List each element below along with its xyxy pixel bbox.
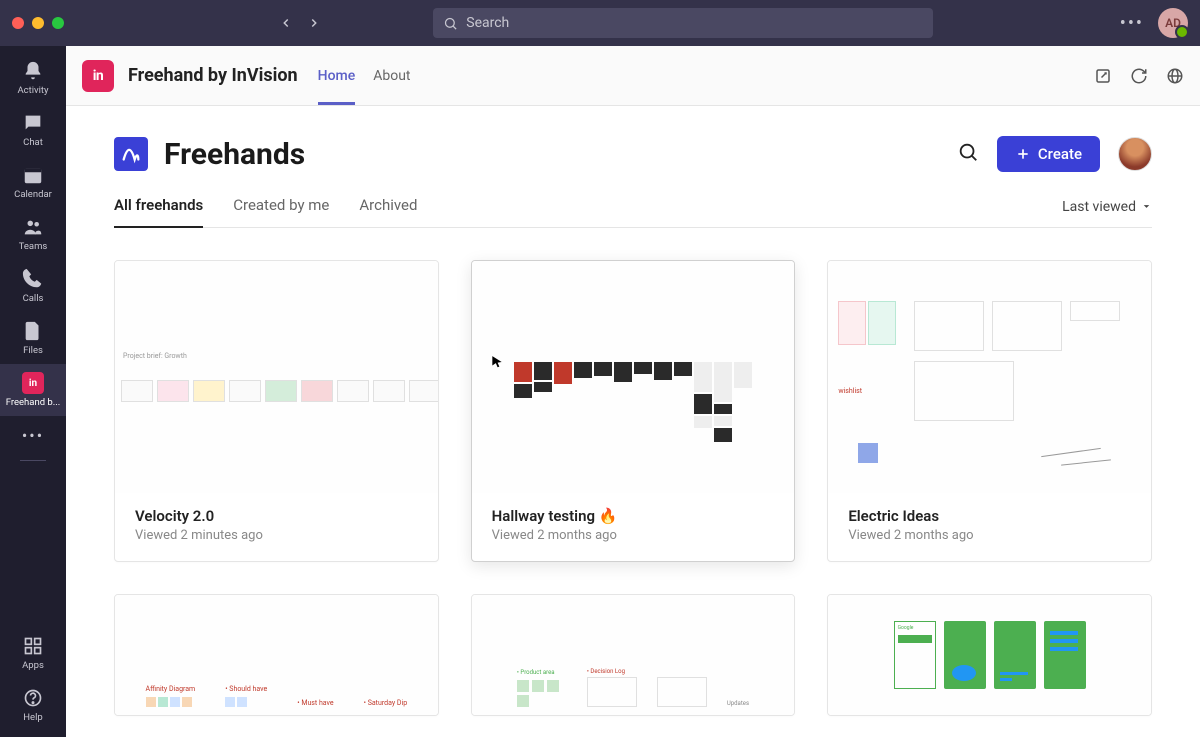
content-area: in Freehand by InVision Home About Freeh… <box>66 46 1200 737</box>
card-title: Electric Ideas <box>848 507 1131 525</box>
rail-calendar[interactable]: Calendar <box>0 156 66 208</box>
freehand-card[interactable]: • Product area • Decision Log <box>471 594 796 716</box>
bell-icon <box>22 60 44 82</box>
search-input[interactable] <box>466 15 923 31</box>
window-controls <box>12 17 64 29</box>
filter-created-by-me[interactable]: Created by me <box>233 196 329 228</box>
card-subtitle: Viewed 2 months ago <box>848 528 1131 543</box>
page-body: Freehands Create All freehands Created b… <box>66 106 1200 737</box>
card-grid: Project brief: Growth Velocity 2.0 Viewe… <box>114 260 1152 716</box>
search-icon <box>443 16 458 31</box>
rail-chat[interactable]: Chat <box>0 104 66 156</box>
rail-calls[interactable]: Calls <box>0 260 66 312</box>
rail-label: Help <box>23 712 42 723</box>
rail-divider <box>20 460 46 461</box>
card-title: Velocity 2.0 <box>135 507 418 525</box>
user-avatar[interactable] <box>1118 137 1152 171</box>
card-thumbnail: wishlist <box>828 261 1151 493</box>
close-window-button[interactable] <box>12 17 24 29</box>
app-header: in Freehand by InVision Home About <box>66 46 1200 106</box>
maximize-window-button[interactable] <box>52 17 64 29</box>
card-thumbnail: Affinity Diagram • Should have • Must ha… <box>115 595 438 715</box>
create-label: Create <box>1038 145 1082 163</box>
minimize-window-button[interactable] <box>32 17 44 29</box>
apps-icon <box>23 635 43 657</box>
card-subtitle: Viewed 2 months ago <box>492 528 775 543</box>
globe-icon[interactable] <box>1166 67 1184 85</box>
freehand-card[interactable]: Project brief: Growth Velocity 2.0 Viewe… <box>114 260 439 562</box>
chevron-down-icon <box>1141 201 1152 212</box>
rail-label: Teams <box>19 241 48 252</box>
rail-teams[interactable]: Teams <box>0 208 66 260</box>
rail-label: Calls <box>23 293 44 304</box>
history-nav <box>276 16 324 30</box>
freehand-card[interactable]: Hallway testing 🔥 Viewed 2 months ago <box>471 260 796 562</box>
rail-freehand[interactable]: in Freehand b... <box>0 364 66 416</box>
create-button[interactable]: Create <box>997 136 1100 172</box>
titlebar: ••• AD <box>0 0 1200 46</box>
sort-dropdown[interactable]: Last viewed <box>1062 199 1152 225</box>
card-thumbnail <box>472 261 795 493</box>
rail-more[interactable]: ••• <box>0 416 66 454</box>
forward-button[interactable] <box>304 16 324 30</box>
card-thumbnail: • Product area • Decision Log <box>472 595 795 715</box>
profile-avatar[interactable]: AD <box>1158 8 1188 38</box>
card-thumbnail: Google <box>828 595 1151 715</box>
app-header-actions <box>1094 67 1184 85</box>
freehand-logo <box>114 137 148 171</box>
rail-label: Freehand b... <box>6 397 61 408</box>
global-search[interactable] <box>433 8 933 38</box>
phone-icon <box>22 268 44 290</box>
popout-icon[interactable] <box>1094 67 1112 85</box>
refresh-icon[interactable] <box>1130 67 1148 85</box>
card-title: Hallway testing 🔥 <box>492 507 775 525</box>
page-header: Freehands Create <box>114 136 1152 172</box>
app-title: Freehand by InVision <box>128 65 298 86</box>
tab-about[interactable]: About <box>373 46 410 105</box>
chat-icon <box>22 112 44 134</box>
back-button[interactable] <box>276 16 296 30</box>
rail-label: Files <box>23 345 43 356</box>
more-icon: ••• <box>22 424 44 446</box>
sort-label: Last viewed <box>1062 199 1136 215</box>
app-rail: Activity Chat Calendar Teams Calls Files… <box>0 46 66 737</box>
rail-files[interactable]: Files <box>0 312 66 364</box>
search-icon <box>957 141 979 163</box>
page-search-button[interactable] <box>957 141 979 167</box>
app-tabs: Home About <box>318 46 411 105</box>
cursor-icon <box>490 355 504 369</box>
freehand-card[interactable]: Affinity Diagram • Should have • Must ha… <box>114 594 439 716</box>
filter-all[interactable]: All freehands <box>114 196 203 228</box>
rail-label: Apps <box>22 660 44 671</box>
rail-label: Calendar <box>14 189 52 200</box>
app-logo: in <box>82 60 114 92</box>
rail-label: Activity <box>17 85 48 96</box>
freehand-card[interactable]: Google <box>827 594 1152 716</box>
card-thumbnail: Project brief: Growth <box>115 261 438 493</box>
card-subtitle: Viewed 2 minutes ago <box>135 528 418 543</box>
tab-home[interactable]: Home <box>318 46 356 105</box>
teams-icon <box>22 216 44 238</box>
freehand-card[interactable]: wishlist Electric Ideas Viewed 2 months … <box>827 260 1152 562</box>
invision-icon: in <box>22 372 44 394</box>
help-icon <box>23 687 43 709</box>
page-title: Freehands <box>164 137 305 172</box>
rail-help[interactable]: Help <box>0 679 66 731</box>
file-icon <box>22 320 44 342</box>
rail-label: Chat <box>23 137 43 148</box>
filter-archived[interactable]: Archived <box>359 196 417 228</box>
plus-icon <box>1015 146 1031 162</box>
filter-row: All freehands Created by me Archived Las… <box>114 196 1152 228</box>
rail-apps[interactable]: Apps <box>0 627 66 679</box>
more-menu-button[interactable]: ••• <box>1120 13 1144 34</box>
rail-activity[interactable]: Activity <box>0 52 66 104</box>
calendar-icon <box>22 164 44 186</box>
